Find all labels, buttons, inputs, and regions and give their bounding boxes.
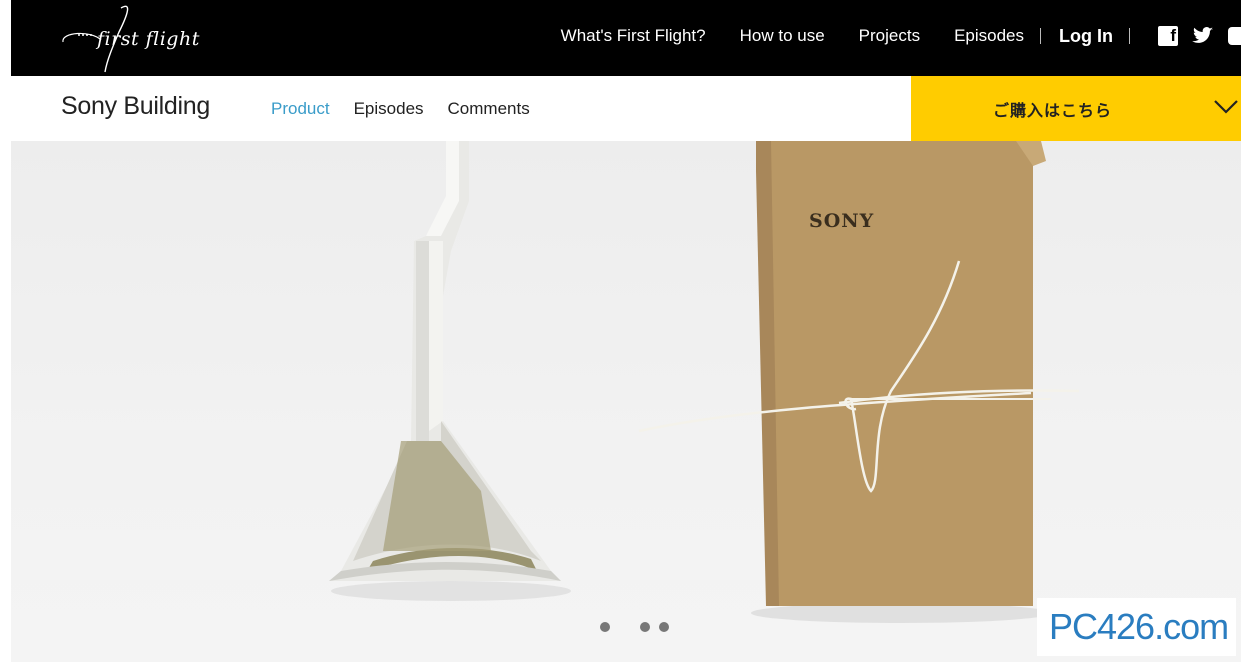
first-flight-logo[interactable]: first flight [61,2,199,74]
hero-carousel[interactable]: SONY [11,141,1241,662]
nav-projects[interactable]: Projects [859,26,920,46]
carousel-dot[interactable] [640,622,650,632]
login-link[interactable]: Log In [1059,26,1113,47]
twitter-icon[interactable] [1192,27,1214,45]
product-tabs: Product Episodes Comments [271,76,554,141]
facebook-icon[interactable]: f [1158,26,1178,46]
page-title: Sony Building [61,92,210,120]
logo-text: first flight [97,28,200,50]
nav-divider [1040,28,1042,44]
buy-button[interactable]: ご購入はこちら [911,76,1241,141]
social-links: f [1144,26,1241,46]
nav-how-to-use[interactable]: How to use [740,26,825,46]
watermark-text: PC426.com [1049,606,1229,647]
chevron-down-icon [1214,100,1238,114]
tab-comments[interactable]: Comments [448,99,530,119]
nav-episodes[interactable]: Episodes [954,26,1024,46]
nav-whats-first-flight[interactable]: What's First Flight? [561,26,706,46]
product-subheader: Sony Building Product Episodes Comments … [11,76,1241,141]
carousel-dots [600,622,678,632]
carousel-dot[interactable] [600,622,610,632]
watermark: PC426.com [1037,598,1236,656]
nav-divider [1129,28,1130,44]
buy-label: ご購入はこちら [993,103,1113,120]
main-nav: What's First Flight? How to use Projects… [527,0,1241,72]
product-photo: SONY [329,141,1080,623]
carousel-dot[interactable] [659,622,669,632]
box-brand-text: SONY [809,210,874,232]
top-navigation-bar: first flight What's First Flight? How to… [11,0,1241,76]
tab-episodes[interactable]: Episodes [354,99,424,119]
tab-product[interactable]: Product [271,99,330,119]
youtube-icon[interactable] [1228,27,1241,45]
